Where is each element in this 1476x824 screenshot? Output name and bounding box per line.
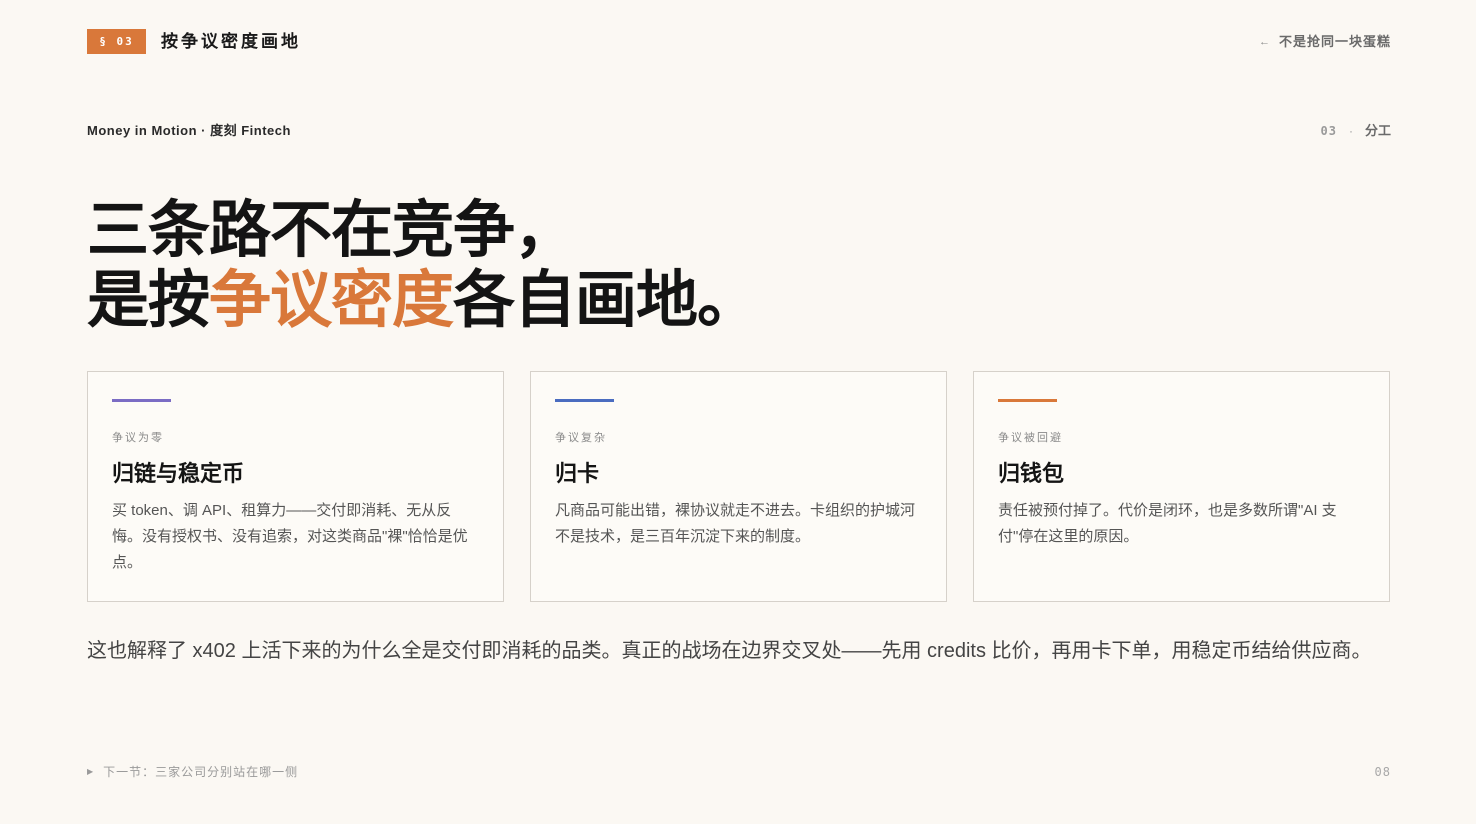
card-body: 责任被预付掉了。代价是闭环，也是多数所谓"AI 支付"停在这里的原因。 (998, 502, 1337, 545)
card-kicker: 争议复杂 (555, 432, 607, 444)
card-cards: 争议复杂 归卡 凡商品可能出错，裸协议就走不进去。卡组织的护城河不是技术，是三百… (530, 371, 947, 602)
card-chain-stablecoin: 争议为零 归链与稳定币 买 token、调 API、租算力——交付即消耗、无从反… (87, 371, 504, 602)
next-section-label: 下一节：三家公司分别站在哪一侧 (103, 765, 299, 779)
headline-accent: 争议密度 (209, 266, 454, 335)
headline-line-2-start: 是按 (87, 266, 210, 335)
page-tag-label: 分工 (1364, 123, 1391, 138)
card-body: 凡商品可能出错，裸协议就走不进去。卡组织的护城河不是技术，是三百年沉淀下来的制度… (555, 502, 916, 545)
card-accent-bar (555, 399, 614, 402)
arrow-left-icon: ← (1258, 36, 1271, 48)
triangle-right-icon: ▶ (87, 767, 95, 776)
headline-line-2-end: 各自画地。 (453, 266, 759, 335)
section-title: 按争议密度画地 (161, 32, 301, 51)
card-wallet: 争议被回避 归钱包 责任被预付掉了。代价是闭环，也是多数所谓"AI 支付"停在这… (973, 371, 1390, 602)
summary-paragraph: 这也解释了 x402 上活下来的为什么全是交付即消耗的品类。真正的战场在边界交叉… (87, 640, 1372, 662)
card-grid: 争议为零 归链与稳定币 买 token、调 API、租算力——交付即消耗、无从反… (87, 371, 1392, 603)
meta-row: Money in Motion · 度刻 Fintech 03 · 分工 (87, 122, 1391, 140)
card-title: 归链与稳定币 (112, 461, 245, 486)
footer: ▶ 下一节：三家公司分别站在哪一侧 08 (87, 763, 1391, 781)
card-accent-bar (112, 399, 171, 402)
page-tag: 03 · 分工 (1321, 122, 1391, 140)
page-tag-separator: · (1348, 124, 1353, 138)
card-kicker: 争议为零 (112, 432, 164, 444)
back-link-label: 不是抢同一块蛋糕 (1278, 34, 1391, 49)
headline-line-1: 三条路不在竞争， (87, 196, 576, 265)
card-title: 归卡 (555, 461, 600, 486)
back-link[interactable]: ← 不是抢同一块蛋糕 (1259, 29, 1391, 54)
card-title: 归钱包 (998, 461, 1065, 486)
page-tag-number: 03 (1320, 124, 1337, 138)
top-bar: § 03 按争议密度画地 ← 不是抢同一块蛋糕 (87, 29, 1391, 55)
next-section-link[interactable]: ▶ 下一节：三家公司分别站在哪一侧 (87, 763, 298, 781)
section-badge: § 03 (87, 29, 146, 54)
brand-label: Money in Motion · 度刻 Fintech (87, 123, 291, 138)
headline: 三条路不在竞争， 是按争议密度各自画地。 (87, 196, 1387, 336)
card-kicker: 争议被回避 (998, 432, 1063, 444)
page-number: 08 (1374, 765, 1391, 779)
card-body: 买 token、调 API、租算力——交付即消耗、无从反悔。没有授权书、没有追索… (112, 502, 468, 571)
card-accent-bar (998, 399, 1057, 402)
